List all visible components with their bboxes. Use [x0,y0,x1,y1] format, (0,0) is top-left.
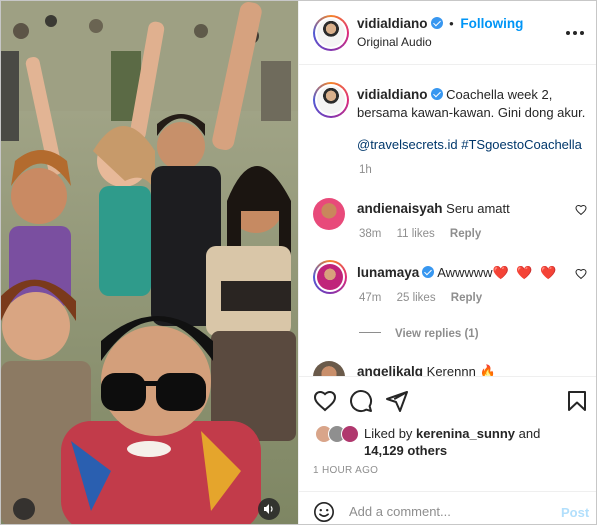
author-avatar[interactable] [313,15,349,51]
comment-body: angelikalg Kerennn 🔥 [357,363,572,376]
view-replies-label: View replies (1) [395,328,479,340]
verified-badge-icon [430,88,443,100]
comment-text: Awwwww [437,265,493,280]
caption-author-avatar[interactable] [313,82,349,118]
ellipsis-icon [566,31,570,35]
view-replies-button[interactable]: View replies (1) [359,328,479,340]
heart-outline-icon[interactable] [313,389,337,413]
comment-input[interactable] [349,500,539,522]
video-frame-image [1,1,298,524]
comment-text: Seru amatt [446,201,510,216]
fire-emoji: 🔥 [479,364,496,376]
speech-bubble-icon[interactable] [349,389,373,413]
caption: vidialdiano Coachella week 2, bersama ka… [357,86,587,154]
liker-avatar [341,425,359,443]
bookmark-icon[interactable] [565,389,589,413]
comment-like-icon[interactable] [575,268,587,280]
comment-body: lunamaya Awwwww❤️ ❤️ ❤️ [357,264,572,282]
liked-by-text: Liked by kerenina_sunny and 14,129 other… [364,425,594,459]
comment-likes[interactable]: 11 likes [397,228,435,240]
comment-time[interactable]: 47m [359,292,381,304]
commenter-avatar[interactable] [313,361,345,376]
author-line: vidialdiano • Following [357,16,523,31]
likes-summary: Liked by kerenina_sunny and 14,129 other… [313,423,593,463]
add-comment-bar: Post [299,491,596,524]
verified-badge-icon [422,266,435,278]
comment-like-icon[interactable] [575,204,587,216]
following-button[interactable]: Following [460,16,523,31]
liked-by-and: and [518,426,541,441]
post-timestamp[interactable]: 1 HOUR AGO [313,465,378,476]
comment-username[interactable]: angelikalg [357,364,423,376]
liked-by-avatars[interactable] [315,425,365,445]
ellipsis-dot [573,31,577,35]
more-options-button[interactable] [565,23,585,43]
comment-meta: 47m 25 likes Reply [359,292,494,304]
comment-body: andienaisyah Seru amatt [357,200,572,218]
paper-plane-icon[interactable] [385,389,409,413]
original-audio-link[interactable]: Original Audio [357,35,432,49]
caption-time[interactable]: 1h [359,164,372,176]
reply-button[interactable]: Reply [451,292,482,304]
speaker-icon [264,504,273,514]
action-bar [299,376,596,426]
liked-by-prefix: Liked by [364,426,413,441]
caption-username[interactable]: vidialdiano [357,87,428,102]
commenter-avatar[interactable] [313,260,347,294]
commenter-avatar[interactable] [313,198,345,230]
instagram-post-window: vidialdiano • Following Original Audio v… [0,0,597,525]
verified-badge-icon [430,17,443,29]
likes-count[interactable]: 14,129 others [364,443,447,458]
post-header: vidialdiano • Following Original Audio [299,1,596,65]
separator-dot: • [449,16,454,31]
comment-username[interactable]: andienaisyah [357,201,443,216]
comment-text: Kerennn [426,364,476,376]
post-video[interactable] [1,1,298,524]
heart-emojis: ❤️ ❤️ ❤️ [492,265,559,280]
replies-line [359,332,381,333]
comment-time[interactable]: 38m [359,228,381,240]
comment-meta: 38m 11 likes Reply [359,228,493,240]
ellipsis-dot [580,31,584,35]
comment-likes[interactable]: 25 likes [397,292,436,304]
video-progress-indicator [13,498,35,520]
caption-hashtags[interactable]: @travelsecrets.id #TSgoestoCoachella [357,137,582,152]
post-side-panel: vidialdiano • Following Original Audio v… [298,1,596,524]
sound-toggle-button[interactable] [258,498,280,520]
post-button[interactable]: Post [561,505,589,520]
comments-list[interactable]: vidialdiano Coachella week 2, bersama ka… [299,66,596,376]
comment-username[interactable]: lunamaya [357,265,419,280]
smiley-icon[interactable] [313,501,335,523]
author-username[interactable]: vidialdiano [357,16,428,31]
reply-button[interactable]: Reply [450,228,481,240]
liked-by-user[interactable]: kerenina_sunny [416,426,515,441]
